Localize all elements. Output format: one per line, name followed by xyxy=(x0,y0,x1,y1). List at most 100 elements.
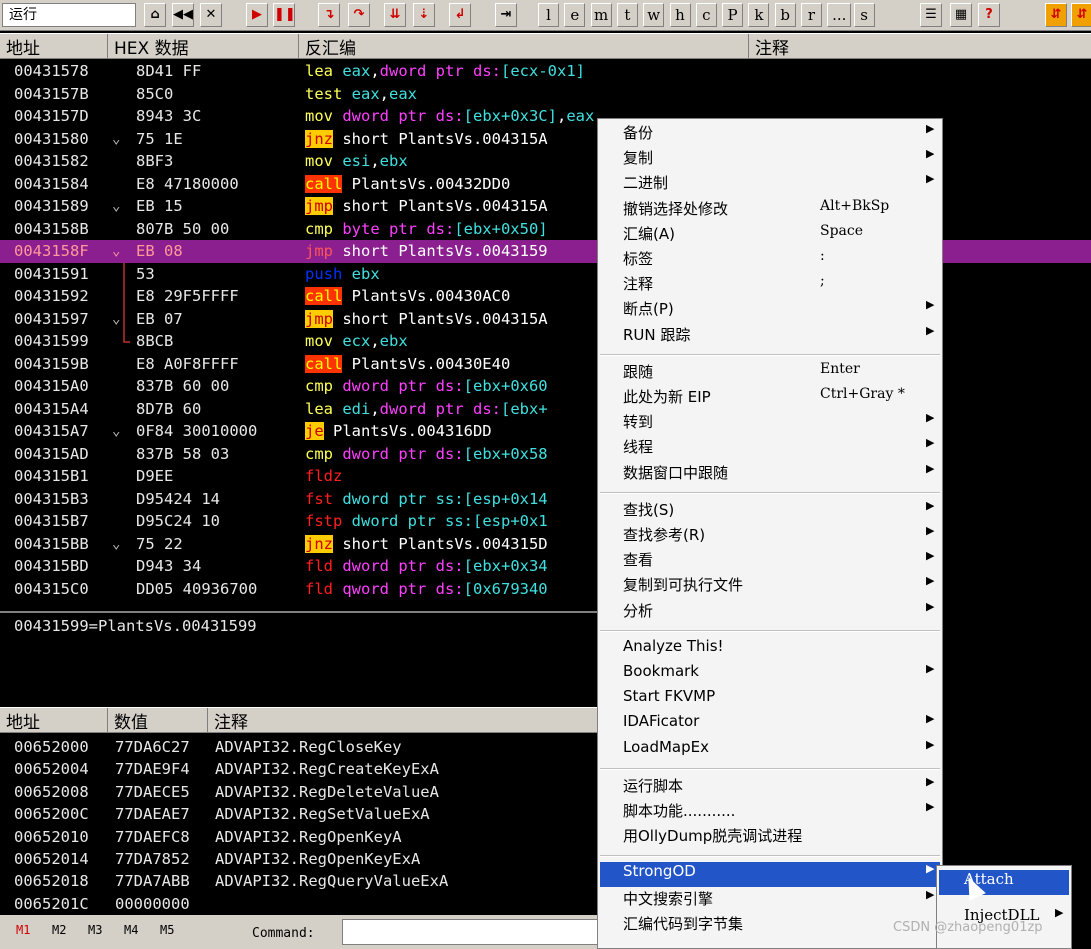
dump-row[interactable]: 00652008 77DAECE5 ADVAPI32.RegDeleteValueA xyxy=(0,781,598,803)
options-icon[interactable]: ▦ xyxy=(950,3,972,27)
menu-item[interactable]: 备份 ▶ xyxy=(600,122,940,147)
m1-button[interactable]: M1 xyxy=(16,923,30,937)
window-button-6[interactable]: c xyxy=(695,3,717,27)
window-button-7[interactable]: P xyxy=(722,3,744,27)
dump-row[interactable]: 00652010 77DAEFC8 ADVAPI32.RegOpenKeyA xyxy=(0,826,598,848)
plugin-icon[interactable]: ⇵ xyxy=(1045,3,1067,27)
window-button-2[interactable]: m xyxy=(590,3,612,27)
menu-item[interactable]: StrongOD ▶ xyxy=(600,862,940,888)
menu-item[interactable]: 汇编(A) Space xyxy=(600,223,940,248)
menu-item[interactable]: 跟随 Enter xyxy=(600,361,940,386)
plugin2-icon[interactable]: ⇵ xyxy=(1071,3,1091,27)
menu-item[interactable]: 汇编代码到字节集 xyxy=(600,913,940,938)
open-icon[interactable]: ⌂ xyxy=(144,3,166,27)
menu-item[interactable]: 注释; xyxy=(600,273,940,298)
stack-dump-pane[interactable]: 00652000 77DA6C27 ADVAPI32.RegCloseKey 0065… xyxy=(0,734,598,915)
col-comment[interactable]: 注释 xyxy=(749,34,1091,59)
dump-col-value[interactable]: 数值 xyxy=(108,708,208,733)
menu-item[interactable]: Bookmark ▶ xyxy=(600,662,940,687)
menu-item[interactable]: 查看 ▶ xyxy=(600,549,940,574)
dump-row[interactable]: 00652014 77DA7852 ADVAPI32.RegOpenKeyExA xyxy=(0,848,598,870)
menu-item[interactable]: RUN 跟踪 ▶ xyxy=(600,324,940,349)
window-button-9[interactable]: b xyxy=(774,3,796,27)
menu-item[interactable]: 复制到可执行文件 ▶ xyxy=(600,574,940,599)
window-button-10[interactable]: r xyxy=(801,3,822,27)
window-button-12[interactable]: s xyxy=(853,3,875,27)
menu-item[interactable]: 用OllyDump脱壳调试进程 xyxy=(600,825,940,850)
menu-item[interactable]: 二进制 ▶ xyxy=(600,172,940,197)
disasm-row[interactable]: 00431578 8D41 FF lea eax,dword ptr ds:[ecx… xyxy=(0,60,1091,83)
dump-row[interactable]: 00652004 77DAE9F4 ADVAPI32.RegCreateKeyExA xyxy=(0,758,598,780)
menu-item[interactable]: 转到 ▶ xyxy=(600,411,940,436)
menu-item[interactable]: 数据窗口中跟随 ▶ xyxy=(600,462,940,487)
dump-row[interactable]: 0065200C 77DAEAE7 ADVAPI32.RegSetValueExA xyxy=(0,803,598,825)
submenu-arrow-icon: ▶ xyxy=(926,498,935,512)
dump-cmt: ADVAPI32.RegSetValueExA xyxy=(215,805,430,824)
window-button-8[interactable]: k xyxy=(748,3,770,27)
menu-item-label: Start FKVMP xyxy=(623,687,716,706)
row-disasm: fld dword ptr ds:[ebx+0x34 xyxy=(305,555,548,577)
step-over-icon[interactable]: ↷ xyxy=(348,3,370,27)
submenu-arrow-icon: ▶ xyxy=(926,887,935,901)
menu-item[interactable]: 标签: xyxy=(600,248,940,273)
row-hex: 0F84 30010000 xyxy=(136,422,258,440)
menu-item[interactable]: LoadMapEx ▶ xyxy=(600,738,940,763)
m2-button[interactable]: M2 xyxy=(52,923,66,937)
disasm-token: test xyxy=(305,84,352,103)
menu-item[interactable]: 分析 ▶ xyxy=(600,600,940,625)
pause-icon[interactable]: ❚❚ xyxy=(273,3,296,27)
help-icon[interactable]: ? xyxy=(978,3,1000,27)
menu-item[interactable]: 中文搜索引擎 ▶ xyxy=(600,888,940,913)
window-button-0[interactable]: l xyxy=(538,3,559,27)
col-disasm[interactable]: 反汇编 xyxy=(299,34,749,59)
menu-item[interactable]: 运行脚本 ▶ xyxy=(600,775,940,800)
menu-item[interactable]: 查找参考(R) ▶ xyxy=(600,524,940,549)
trace-over-icon[interactable]: ⇣ xyxy=(413,3,435,27)
menu-item[interactable]: 查找(S) ▶ xyxy=(600,499,940,524)
dump-col-comment[interactable]: 注释 xyxy=(208,708,598,733)
m5-button[interactable]: M5 xyxy=(160,923,174,937)
disasm-token: dword ptr ds: xyxy=(342,377,464,395)
disasm-row[interactable]: 0043157B 85C0 test eax,eax xyxy=(0,83,1091,106)
menu-item[interactable]: 此处为新 EIP Ctrl+Gray * xyxy=(600,386,940,411)
col-addr[interactable]: 地址 xyxy=(0,34,108,59)
menu-item[interactable]: 断点(P) ▶ xyxy=(600,298,940,323)
window-button-5[interactable]: h xyxy=(669,3,691,27)
m4-button[interactable]: M4 xyxy=(124,923,138,937)
goto-icon[interactable]: ⇥ xyxy=(495,3,517,27)
submenu-arrow-icon: ▶ xyxy=(926,411,935,425)
disasm-token: PlantsVs.00432DD0 xyxy=(342,174,511,193)
window-button-4[interactable]: w xyxy=(643,3,665,27)
close-icon[interactable]: ✕ xyxy=(200,3,222,27)
submenu-item[interactable]: Attach xyxy=(939,870,1069,895)
row-disasm: mov esi,ebx xyxy=(305,150,408,172)
menu-item[interactable]: Start FKVMP xyxy=(600,687,940,712)
menu-item[interactable]: 线程 ▶ xyxy=(600,436,940,461)
menu-item[interactable]: 撤销选择处修改 Alt+BkSp xyxy=(600,198,940,223)
row-hex: E8 47180000 xyxy=(136,174,239,193)
menu-item-label: 中文搜索引擎 xyxy=(623,889,714,908)
menu-item[interactable]: Analyze This! xyxy=(600,637,940,662)
trace-into-icon[interactable]: ⇊ xyxy=(384,3,406,27)
dump-col-addr[interactable]: 地址 xyxy=(0,708,108,733)
disasm-token: lea xyxy=(305,62,343,80)
m3-button[interactable]: M3 xyxy=(88,923,102,937)
window-button-1[interactable]: e xyxy=(564,3,586,27)
list-icon[interactable]: ☰ xyxy=(920,3,942,27)
menu-item[interactable]: 复制 ▶ xyxy=(600,147,940,172)
execute-till-return-icon[interactable]: ↲ xyxy=(449,3,471,27)
window-button-3[interactable]: t xyxy=(616,3,638,27)
menu-item[interactable]: 脚本功能........... ▶ xyxy=(600,800,940,825)
menu-item-label: 查找参考(R) xyxy=(623,526,706,544)
dump-row[interactable]: 00652000 77DA6C27 ADVAPI32.RegCloseKey xyxy=(0,736,598,758)
step-into-icon[interactable]: ↴ xyxy=(318,3,340,27)
window-button-11[interactable]: ... xyxy=(827,3,852,27)
dump-row[interactable]: 00652018 77DA7ABB ADVAPI32.RegQueryValueEx… xyxy=(0,870,598,892)
dump-row[interactable]: 0065201C 00000000 xyxy=(0,893,598,915)
col-hex[interactable]: HEX 数据 xyxy=(108,34,299,59)
rewind-icon[interactable]: ◀◀ xyxy=(172,3,194,27)
row-hex: DD05 40936700 xyxy=(136,579,258,598)
run-icon[interactable]: ▶ xyxy=(246,3,268,27)
menu-item[interactable]: IDAFicator ▶ xyxy=(600,712,940,737)
command-input[interactable] xyxy=(342,919,600,945)
